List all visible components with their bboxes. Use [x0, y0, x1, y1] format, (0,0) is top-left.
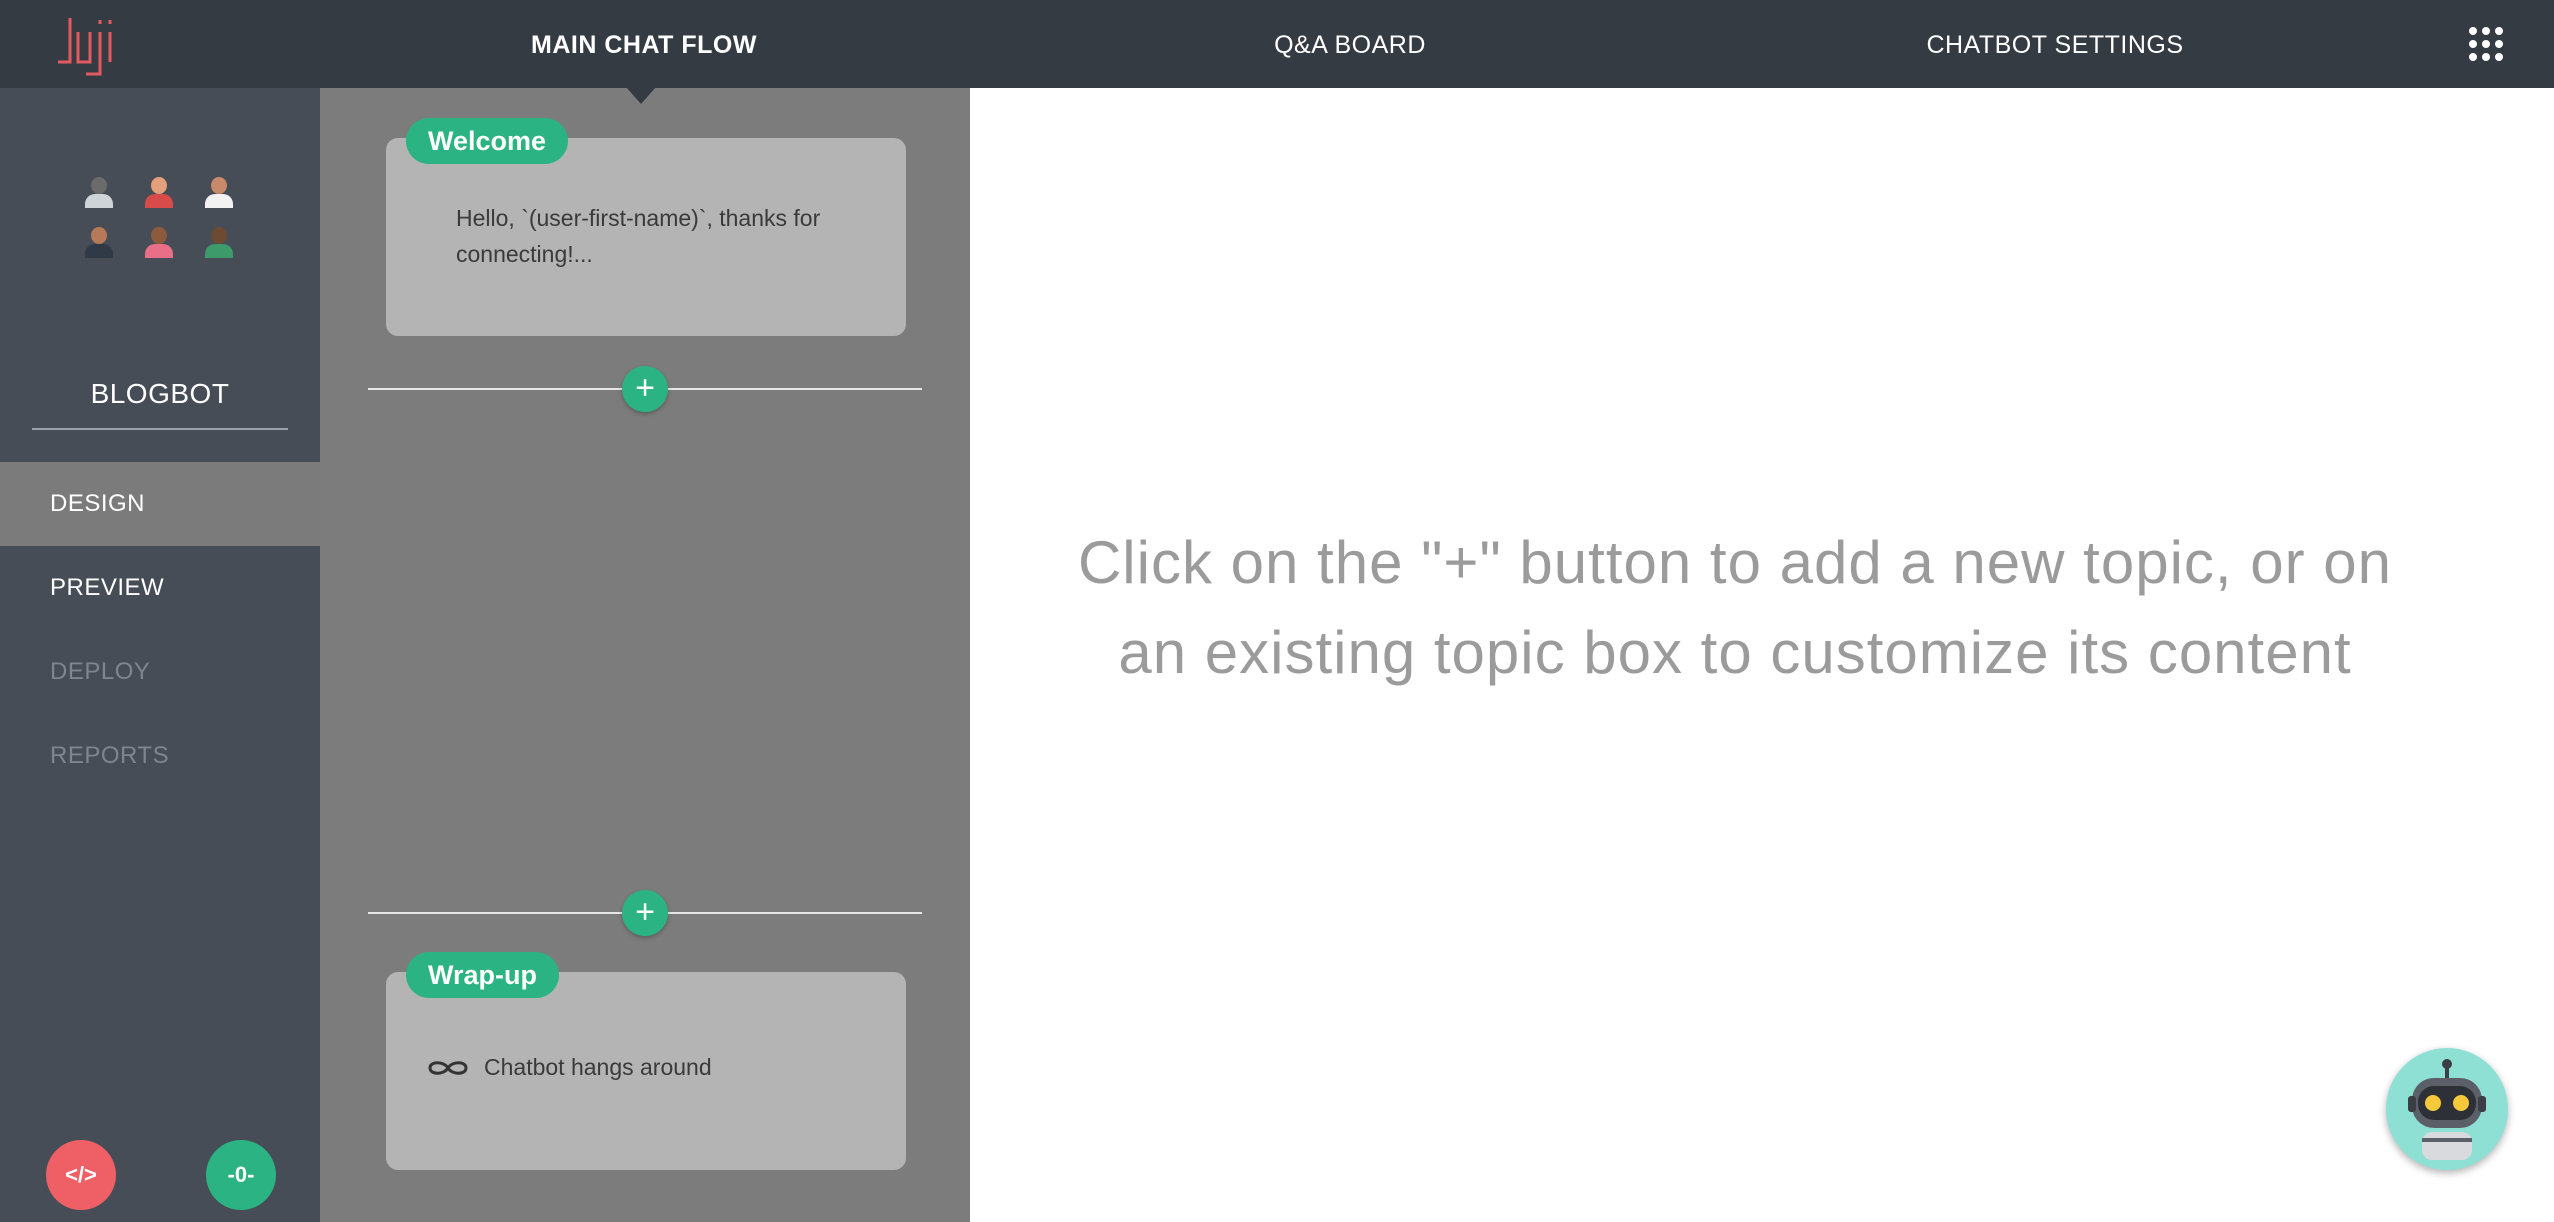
bot-avatar-group[interactable] [72, 172, 248, 260]
logo-mark [58, 18, 112, 76]
chatbot-assistant-button[interactable] [2386, 1048, 2508, 1170]
tab-chatbot-settings[interactable]: CHATBOT SETTINGS [1875, 0, 2235, 88]
sidebar-item-deploy[interactable]: DEPLOY [0, 630, 320, 714]
add-topic-button[interactable]: + [622, 366, 668, 412]
infinity-icon [428, 1060, 468, 1075]
juji-logo[interactable] [56, 12, 124, 76]
topic-editor-area: Click on the "+" button to add a new top… [970, 88, 2554, 1222]
avatar-person [132, 172, 186, 208]
bot-name[interactable]: BLOGBOT [32, 378, 288, 430]
topic-tag: Wrap-up [406, 952, 559, 998]
avatar-person [132, 222, 186, 258]
topic-preview-text: Hello, `(user-first-name)`, thanks for c… [456, 205, 821, 267]
topic-card-welcome[interactable]: Welcome Hello, `(user-first-name)`, than… [386, 118, 906, 336]
sidebar: BLOGBOT DESIGN PREVIEW DEPLOY REPORTS </… [0, 88, 320, 1222]
sidebar-item-preview[interactable]: PREVIEW [0, 546, 320, 630]
avatar-person [192, 222, 246, 258]
empty-state-hint: Click on the "+" button to add a new top… [1077, 529, 2393, 686]
tab-main-chat-flow[interactable]: MAIN CHAT FLOW [464, 0, 824, 88]
topic-preview-text: Chatbot hangs around [484, 1054, 712, 1080]
add-topic-button[interactable]: + [622, 890, 668, 936]
top-bar: MAIN CHAT FLOW Q&A BOARD CHATBOT SETTING… [0, 0, 2554, 88]
avatar-robot [72, 172, 126, 208]
chat-flow-column: Welcome Hello, `(user-first-name)`, than… [320, 88, 970, 1222]
embed-code-button[interactable]: </> [46, 1140, 116, 1210]
wrapup-row: Chatbot hangs around [426, 1054, 712, 1081]
status-button[interactable]: -0- [206, 1140, 276, 1210]
sidebar-item-reports[interactable]: REPORTS [0, 714, 320, 798]
grid-dots-icon[interactable] [2469, 27, 2503, 61]
topic-card-wrapup[interactable]: Wrap-up Chatbot hangs around [386, 952, 906, 1170]
topic-tag: Welcome [406, 118, 569, 164]
tab-qa-board[interactable]: Q&A BOARD [1170, 0, 1530, 88]
avatar-person [72, 222, 126, 258]
sidebar-item-design[interactable]: DESIGN [0, 462, 320, 546]
active-tab-caret [626, 87, 656, 104]
robot-icon [2408, 1059, 2486, 1160]
avatar-person [192, 172, 246, 208]
